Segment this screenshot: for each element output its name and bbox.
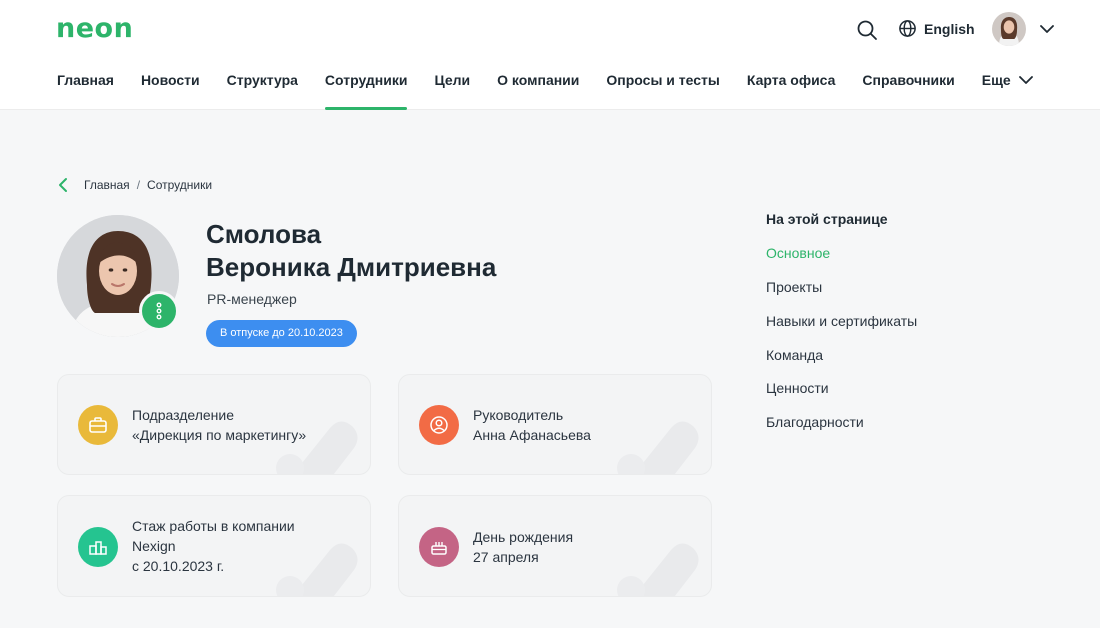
tenure-date: с 20.10.2023 г. xyxy=(132,558,225,574)
toc-item-team[interactable]: Команда xyxy=(766,347,823,363)
tenure-label: Стаж работы в компании xyxy=(132,518,295,534)
cake-icon xyxy=(431,542,447,555)
toc-item-values[interactable]: Ценности xyxy=(766,380,829,396)
avatar xyxy=(992,12,1026,46)
breadcrumb: Главная / Сотрудники xyxy=(56,177,212,193)
decorative-shape xyxy=(617,543,699,596)
profile-actions-button[interactable] xyxy=(139,291,179,331)
nav-item-surveys[interactable]: Опросы и тесты xyxy=(606,72,719,110)
department-value[interactable]: «Дирекция по маркетингу» xyxy=(132,425,306,445)
breadcrumb-employees[interactable]: Сотрудники xyxy=(147,178,212,192)
birthday-info: День рождения 27 апреля xyxy=(473,527,573,567)
toc-item-thanks[interactable]: Благодарности xyxy=(766,414,864,430)
nav-item-goals[interactable]: Цели xyxy=(434,72,470,110)
birthday-icon-badge xyxy=(419,527,459,567)
department-label: Подразделение xyxy=(132,407,235,423)
toc-item-main[interactable]: Основное xyxy=(766,245,830,261)
toc-title: На этой странице xyxy=(766,211,888,227)
manager-card: Руководитель Анна Афанасьева xyxy=(398,374,712,475)
nav-item-directories[interactable]: Справочники xyxy=(862,72,954,110)
nav-item-more[interactable]: Еще xyxy=(982,72,1033,110)
top-header: neon English Главная Новости Структура С… xyxy=(0,0,1100,110)
chevron-down-icon xyxy=(1018,76,1033,84)
birthday-card: День рождения 27 апреля xyxy=(398,495,712,597)
tenure-card: Стаж работы в компании Nexign с 20.10.20… xyxy=(57,495,371,597)
language-label: English xyxy=(924,20,975,37)
person-icon xyxy=(430,416,448,434)
briefcase-icon xyxy=(89,417,107,433)
chevron-down-icon xyxy=(1040,24,1054,33)
search-icon[interactable] xyxy=(856,19,878,41)
manager-label: Руководитель xyxy=(473,407,564,423)
department-icon-badge xyxy=(78,405,118,445)
birthday-value: 27 апреля xyxy=(473,549,539,565)
nav-item-home[interactable]: Главная xyxy=(57,72,114,110)
nav-item-office-map[interactable]: Карта офиса xyxy=(747,72,836,110)
employee-surname: Смолова xyxy=(206,219,322,249)
toc-item-projects[interactable]: Проекты xyxy=(766,279,822,295)
breadcrumb-separator: / xyxy=(136,178,141,192)
manager-icon-badge xyxy=(419,405,459,445)
globe-icon xyxy=(899,20,916,37)
toc-item-skills[interactable]: Навыки и сертификаты xyxy=(766,313,917,329)
building-icon xyxy=(89,541,107,555)
back-arrow-icon[interactable] xyxy=(56,177,70,193)
neon-logo[interactable]: neon xyxy=(56,13,133,44)
tenure-icon-badge xyxy=(78,527,118,567)
tenure-company: Nexign xyxy=(132,538,176,554)
employee-given-names: Вероника Дмитриевна xyxy=(206,252,497,282)
nav-item-employees[interactable]: Сотрудники xyxy=(324,72,407,110)
decorative-shape xyxy=(617,421,699,474)
department-info: Подразделение «Дирекция по маркетингу» xyxy=(132,405,306,445)
nav-item-news[interactable]: Новости xyxy=(141,72,200,110)
manager-info: Руководитель Анна Афанасьева xyxy=(473,405,591,445)
employee-role: PR-менеджер xyxy=(207,291,297,307)
language-switch[interactable]: English xyxy=(898,19,975,38)
tenure-info: Стаж работы в компании Nexign с 20.10.20… xyxy=(132,516,295,576)
status-badge: В отпуске до 20.10.2023 xyxy=(206,320,357,347)
manager-value[interactable]: Анна Афанасьева xyxy=(473,425,591,445)
birthday-label: День рождения xyxy=(473,529,574,545)
main-nav: Главная Новости Структура Сотрудники Цел… xyxy=(57,72,1060,110)
nav-item-structure[interactable]: Структура xyxy=(227,72,298,110)
employee-name: Смолова Вероника Дмитриевна xyxy=(206,218,496,284)
nav-more-label: Еще xyxy=(981,72,1011,88)
department-card: Подразделение «Дирекция по маркетингу» xyxy=(57,374,371,475)
user-menu[interactable] xyxy=(992,12,1054,46)
breadcrumb-home[interactable]: Главная xyxy=(84,178,130,192)
more-vertical-icon xyxy=(156,302,162,320)
nav-item-about[interactable]: О компании xyxy=(497,72,579,110)
